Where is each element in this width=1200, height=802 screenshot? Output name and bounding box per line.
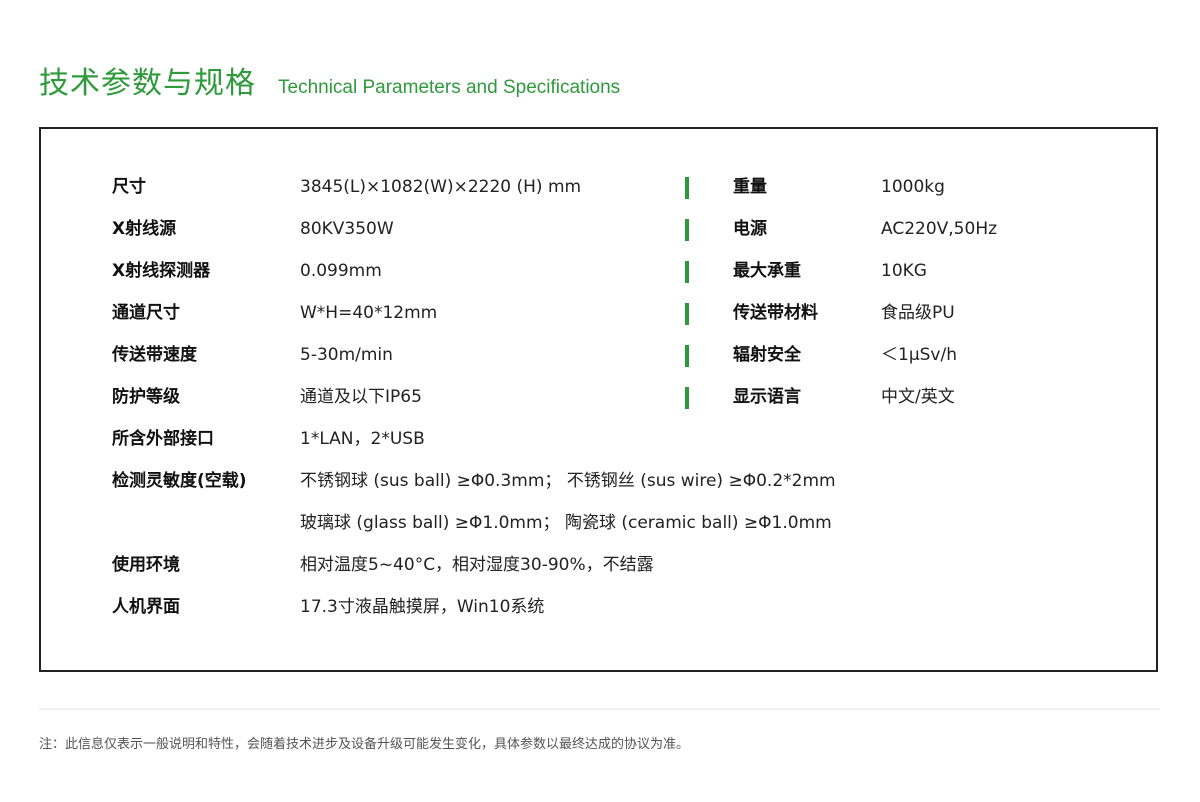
green-divider-bar <box>685 303 689 325</box>
page-header: 技术参数与规格 Technical Parameters and Specifi… <box>39 58 620 102</box>
spec-row: 通道尺寸 W*H=40*12mm 传送带材料 食品级PU <box>41 298 1156 328</box>
spec-label-right: 显示语言 <box>733 387 801 407</box>
spec-row: X射线源 80KV350W 电源 AC220V,50Hz <box>41 214 1156 244</box>
spec-label: X射线源 <box>112 219 177 239</box>
spec-value: 不锈钢球 (sus ball) ≥Φ0.3mm； 不锈钢丝 (sus wire)… <box>300 471 836 491</box>
spec-value-right: 食品级PU <box>881 303 955 323</box>
spec-label-right: 最大承重 <box>733 261 801 281</box>
spec-label: 检测灵敏度(空载) <box>112 471 247 491</box>
page-subtitle: Technical Parameters and Specifications <box>278 77 621 98</box>
spec-value: 1*LAN，2*USB <box>300 429 425 449</box>
spec-value-right: 中文/英文 <box>881 387 955 407</box>
spec-label-right: 传送带材料 <box>733 303 818 323</box>
spec-row: 传送带速度 5-30m/min 辐射安全 ＜1μSv/h <box>41 340 1156 370</box>
spec-value-right: AC220V,50Hz <box>881 219 998 239</box>
spec-label: 通道尺寸 <box>112 303 180 323</box>
footer-note: 注：此信息仅表示一般说明和特性，会随着技术进步及设备升级可能发生变化，具体参数以… <box>39 737 690 752</box>
spec-row: 尺寸 3845(L)×1082(W)×2220 (H) mm 重量 1000kg <box>41 172 1156 202</box>
spec-table: 尺寸 3845(L)×1082(W)×2220 (H) mm 重量 1000kg… <box>39 127 1158 672</box>
spec-value: 玻璃球 (glass ball) ≥Φ1.0mm； 陶瓷球 (ceramic b… <box>300 513 832 533</box>
spec-row: 检测灵敏度(空载) 不锈钢球 (sus ball) ≥Φ0.3mm； 不锈钢丝 … <box>41 466 1156 496</box>
spec-label: 传送带速度 <box>112 345 197 365</box>
spec-value: 17.3寸液晶触摸屏，Win10系统 <box>300 597 545 617</box>
spec-label: 人机界面 <box>112 597 180 617</box>
spec-value-right: 10KG <box>881 261 927 281</box>
spec-label: X射线探测器 <box>112 261 211 281</box>
spec-value: 3845(L)×1082(W)×2220 (H) mm <box>300 177 582 197</box>
footer-divider <box>39 708 1160 710</box>
spec-value: 通道及以下IP65 <box>300 387 422 407</box>
green-divider-bar <box>685 345 689 367</box>
green-divider-bar <box>685 219 689 241</box>
spec-value: 5-30m/min <box>300 345 393 365</box>
spec-value: 相对温度5~40°C，相对湿度30-90%，不结露 <box>300 555 654 575</box>
green-divider-bar <box>685 387 689 409</box>
spec-label-right: 电源 <box>733 219 767 239</box>
spec-label: 防护等级 <box>112 387 180 407</box>
spec-row: 人机界面 17.3寸液晶触摸屏，Win10系统 <box>41 592 1156 622</box>
spec-label: 尺寸 <box>112 177 146 197</box>
spec-row: 防护等级 通道及以下IP65 显示语言 中文/英文 <box>41 382 1156 412</box>
spec-label-right: 辐射安全 <box>733 345 801 365</box>
spec-value-right: 1000kg <box>881 177 945 197</box>
spec-label-right: 重量 <box>733 177 767 197</box>
spec-value: 0.099mm <box>300 261 382 281</box>
spec-label: 所含外部接口 <box>112 429 214 449</box>
spec-value: W*H=40*12mm <box>300 303 438 323</box>
spec-row: 所含外部接口 1*LAN，2*USB <box>41 424 1156 454</box>
spec-row: X射线探测器 0.099mm 最大承重 10KG <box>41 256 1156 286</box>
spec-row: 玻璃球 (glass ball) ≥Φ1.0mm； 陶瓷球 (ceramic b… <box>41 508 1156 538</box>
spec-label: 使用环境 <box>112 555 180 575</box>
green-divider-bar <box>685 177 689 199</box>
green-divider-bar <box>685 261 689 283</box>
spec-value-right: ＜1μSv/h <box>881 345 957 365</box>
page-title: 技术参数与规格 <box>39 66 256 101</box>
spec-row: 使用环境 相对温度5~40°C，相对湿度30-90%，不结露 <box>41 550 1156 580</box>
spec-value: 80KV350W <box>300 219 394 239</box>
